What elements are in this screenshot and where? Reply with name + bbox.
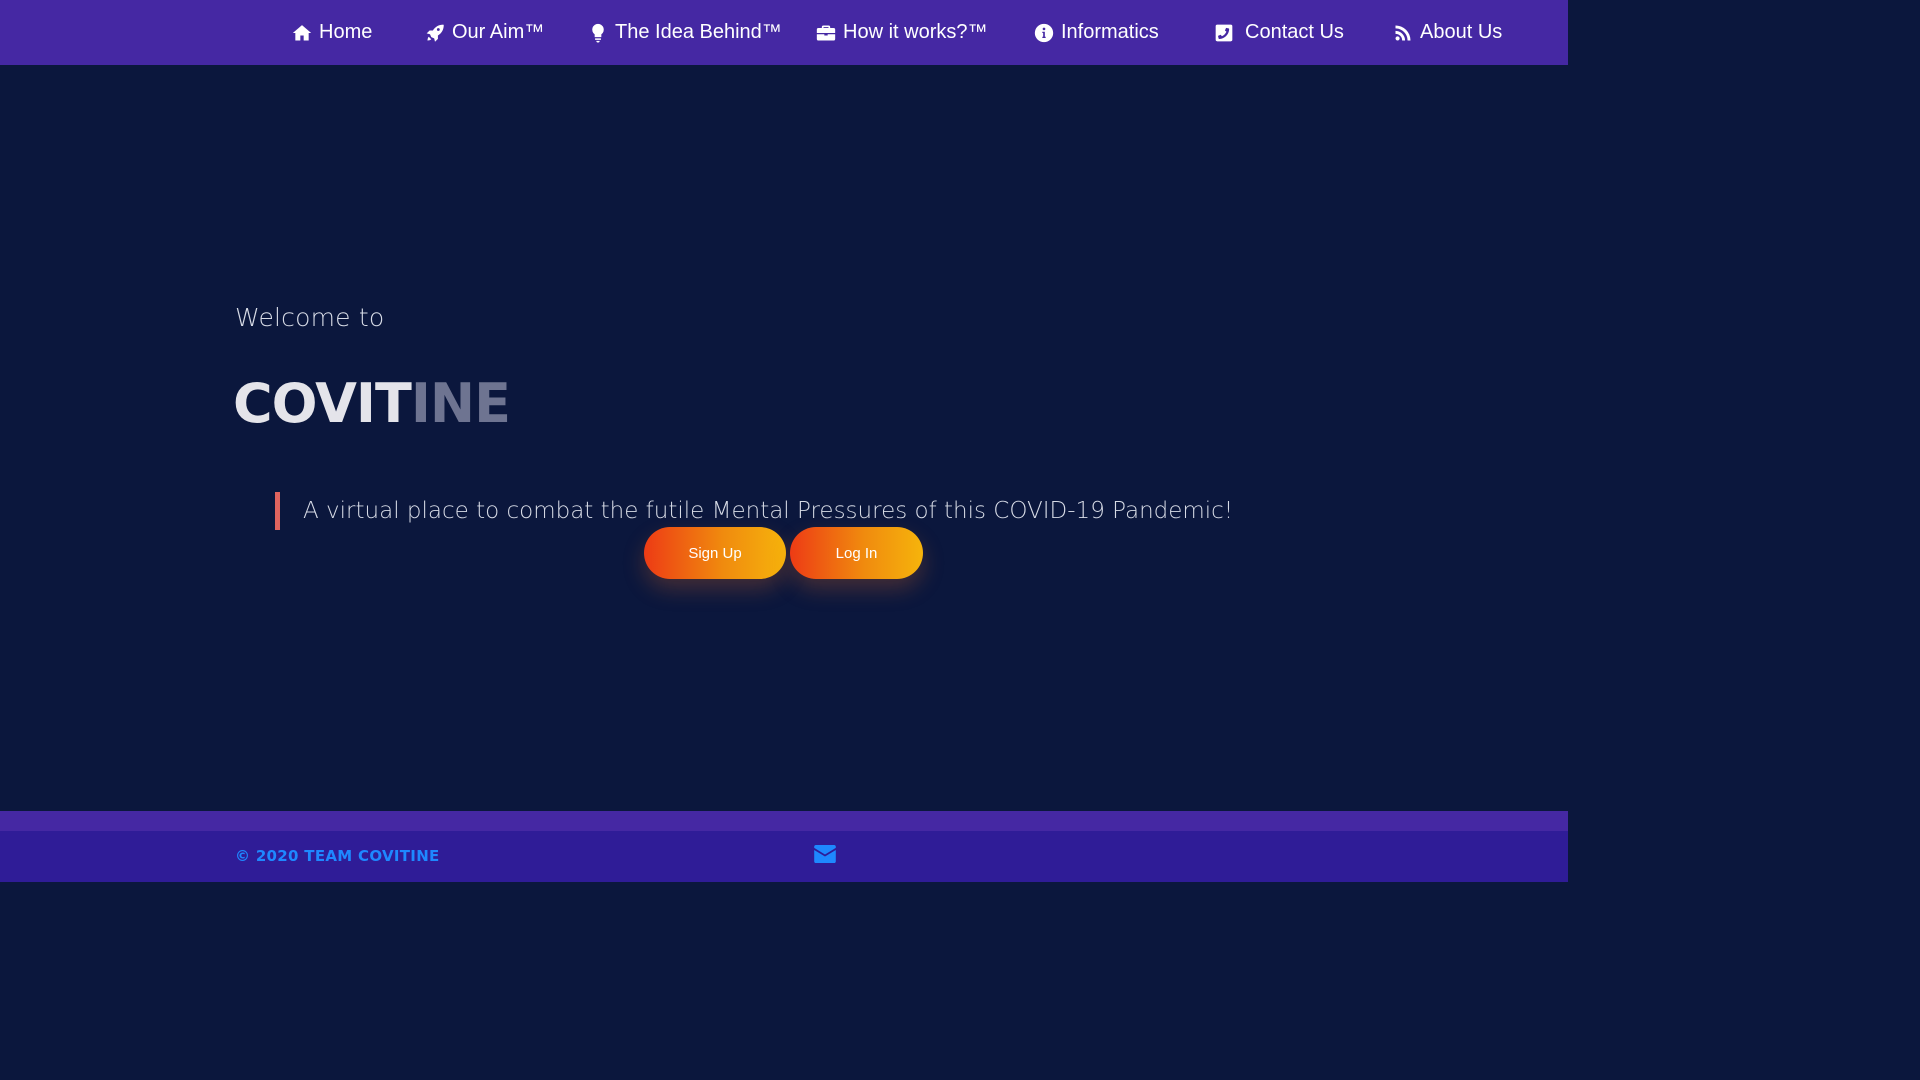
briefcase-icon: [815, 22, 837, 44]
lightbulb-icon: [587, 22, 609, 44]
nav-item-home[interactable]: Home: [291, 0, 372, 65]
nav-item-about-us[interactable]: About Us: [1392, 0, 1502, 65]
nav-item-how-it-works-label: How it works?™: [843, 21, 988, 43]
log-in-button[interactable]: Log In: [790, 527, 923, 579]
phone-square-icon: [1213, 22, 1235, 44]
home-icon: [291, 22, 313, 44]
nav-item-contact-us[interactable]: Contact Us: [1213, 0, 1344, 65]
nav-item-informatics[interactable]: Informatics: [1033, 0, 1159, 65]
top-navbar: Home Our Aim™ The Idea Behind™ How it wo…: [0, 0, 1568, 65]
welcome-text: Welcome to: [235, 303, 385, 332]
footer: © 2020 TEAM COVITINE: [0, 831, 1568, 882]
tagline-quote: A virtual place to combat the futile Men…: [275, 492, 1233, 530]
info-circle-icon: [1033, 22, 1055, 44]
nav-item-about-us-label: About Us: [1420, 21, 1503, 43]
copyright-text: © 2020 TEAM COVITINE: [235, 847, 440, 865]
footer-divider-strip: [0, 811, 1568, 831]
nav-item-idea-behind[interactable]: The Idea Behind™: [587, 0, 782, 65]
brand-logo-text: COVITINE: [233, 372, 511, 436]
nav-item-informatics-label: Informatics: [1061, 21, 1159, 43]
mail-link[interactable]: [814, 845, 836, 863]
rocket-icon: [424, 22, 446, 44]
nav-item-contact-us-label: Contact Us: [1245, 21, 1344, 43]
rss-icon: [1392, 22, 1414, 44]
brand-dark-part: INE: [410, 372, 511, 435]
nav-item-how-it-works[interactable]: How it works?™: [815, 0, 987, 65]
nav-item-our-aim[interactable]: Our Aim™: [424, 0, 544, 65]
brand-light-part: COVIT: [233, 372, 412, 435]
envelope-icon: [814, 845, 836, 867]
tagline-text: A virtual place to combat the futile Men…: [303, 498, 1234, 524]
nav-item-idea-behind-label: The Idea Behind™: [615, 21, 782, 43]
nav-item-home-label: Home: [319, 21, 373, 43]
nav-item-our-aim-label: Our Aim™: [452, 21, 545, 43]
sign-up-button[interactable]: Sign Up: [644, 527, 786, 579]
